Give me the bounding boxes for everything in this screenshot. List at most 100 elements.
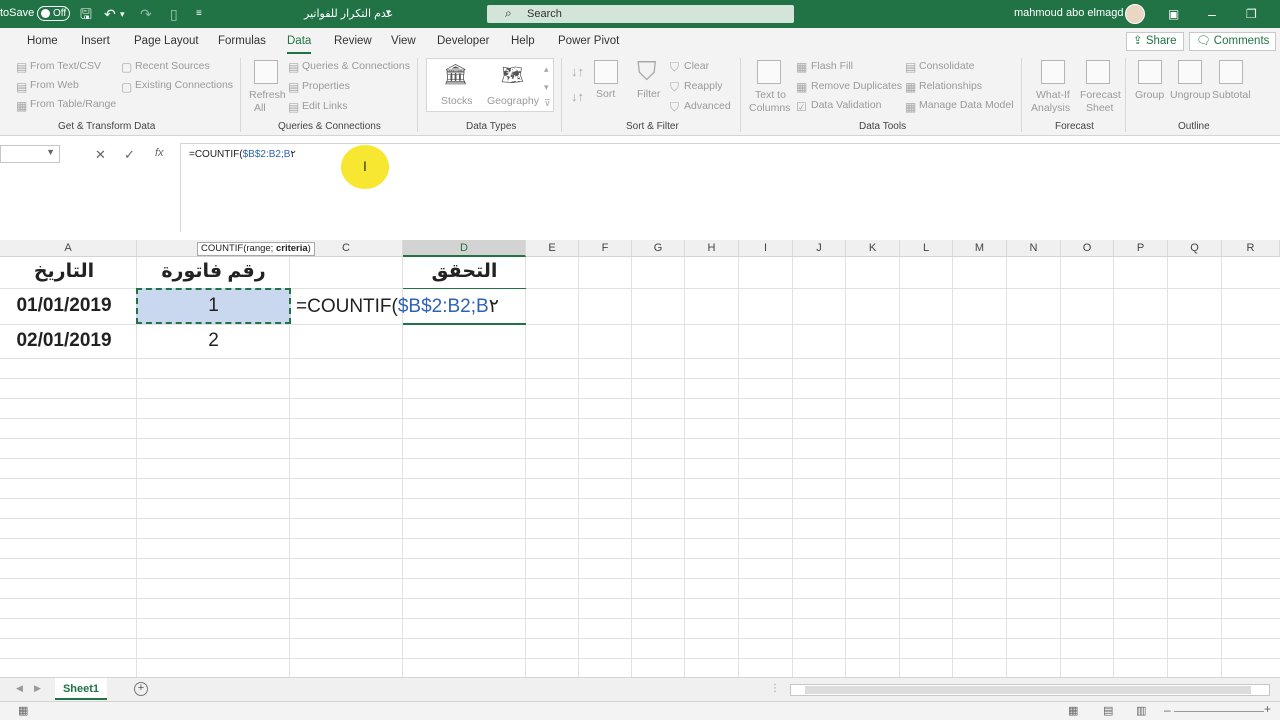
cell-b1[interactable]: رقم فاتورة — [137, 260, 290, 283]
column-header-i[interactable]: I — [739, 240, 793, 257]
cell-a1[interactable]: التاريخ — [0, 260, 128, 283]
column-header-l[interactable]: L — [900, 240, 953, 257]
column-header-q[interactable]: Q — [1168, 240, 1222, 257]
tab-review[interactable]: Review — [334, 35, 372, 47]
title-dropdown-icon[interactable]: ▾ — [386, 7, 391, 18]
column-header-r[interactable]: R — [1222, 240, 1280, 257]
zoom-in-icon[interactable]: + — [1264, 702, 1271, 716]
column-header-e[interactable]: E — [526, 240, 579, 257]
forecast-sheet-button[interactable]: Forecast — [1080, 89, 1121, 101]
search-box[interactable]: ⌕ Search — [487, 5, 794, 23]
undo-dropdown-icon[interactable]: ▾ — [120, 5, 125, 23]
horizontal-scrollbar[interactable] — [790, 684, 1270, 696]
filter-button[interactable]: Filter — [637, 88, 660, 100]
page-break-view-icon[interactable]: ▥ — [1136, 704, 1146, 717]
column-header-a[interactable]: A — [0, 240, 137, 257]
cell-b2[interactable]: 1 — [137, 295, 290, 317]
properties-button[interactable]: Properties — [302, 80, 350, 92]
text-to-columns-button[interactable]: Text to — [755, 89, 786, 101]
add-sheet-icon[interactable]: + — [134, 682, 148, 696]
column-header-p[interactable]: P — [1114, 240, 1168, 257]
column-header-f[interactable]: F — [579, 240, 632, 257]
data-validation-button[interactable]: Data Validation — [811, 99, 881, 111]
cell-b3[interactable]: 2 — [137, 330, 290, 352]
tab-formulas[interactable]: Formulas — [218, 35, 266, 47]
column-header-d[interactable]: D — [403, 240, 526, 257]
column-header-j[interactable]: J — [793, 240, 846, 257]
comments-button[interactable]: 🗨 Comments — [1189, 32, 1277, 51]
geography-button[interactable]: Geography — [487, 95, 539, 107]
queries-connections-button[interactable]: Queries & Connections — [302, 60, 410, 72]
sheet-prev-icon[interactable]: ◀ — [16, 683, 23, 694]
refresh-all-button[interactable]: Refresh — [249, 89, 286, 101]
zoom-out-icon[interactable]: – — [1164, 703, 1171, 717]
group-button[interactable]: Group — [1135, 89, 1164, 101]
save-icon[interactable]: 🖫 — [80, 5, 92, 23]
enter-icon[interactable]: ✓ — [124, 147, 135, 163]
sort-az-icon[interactable]: ↓↑ — [571, 65, 584, 78]
recent-sources-button[interactable]: Recent Sources — [135, 60, 210, 72]
sort-button[interactable]: Sort — [596, 88, 615, 100]
redo-icon[interactable]: ↷ — [140, 5, 152, 23]
cell-d2-editing[interactable]: =COUNTIF($B$2:B2;B٢ — [296, 295, 499, 318]
cell-a3[interactable]: 02/01/2019 — [0, 330, 128, 352]
name-box-dropdown-icon[interactable]: ▼ — [46, 147, 55, 157]
tab-home[interactable]: Home — [27, 35, 58, 47]
minimize-icon[interactable]: – — [1208, 5, 1216, 23]
flash-fill-button[interactable]: Flash Fill — [811, 60, 853, 72]
edit-links-button[interactable]: Edit Links — [302, 100, 348, 112]
worksheet-grid[interactable]: التاريخ رقم فاتورة التحقق 01/01/2019 1 =… — [0, 257, 1280, 677]
gallery-more-icon[interactable]: ⊽ — [544, 97, 551, 109]
normal-view-icon[interactable]: ▦ — [1068, 704, 1078, 717]
tab-data[interactable]: Data — [287, 35, 312, 54]
tab-help[interactable]: Help — [511, 35, 535, 47]
avatar[interactable] — [1125, 4, 1145, 24]
zoom-slider[interactable] — [1174, 711, 1264, 712]
tab-insert[interactable]: Insert — [81, 35, 110, 47]
from-table-range-button[interactable]: From Table/Range — [30, 98, 116, 110]
new-file-icon[interactable]: ▯ — [170, 5, 178, 23]
formula-text[interactable]: =COUNTIF($B$2:B2;B٢ — [189, 149, 296, 160]
tab-developer[interactable]: Developer — [437, 35, 489, 47]
tab-page-layout[interactable]: Page Layout — [134, 35, 199, 47]
data-types-gallery[interactable]: 🏛 Stocks 🗺 Geography ▴ ▾ ⊽ — [426, 58, 554, 112]
existing-connections-button[interactable]: Existing Connections — [135, 79, 233, 91]
from-web-button[interactable]: From Web — [30, 79, 79, 91]
sheet-next-icon[interactable]: ▶ — [34, 683, 41, 694]
customize-toolbar-icon[interactable]: ≡ — [196, 5, 202, 23]
cell-d1[interactable]: التحقق — [403, 260, 526, 283]
column-header-h[interactable]: H — [685, 240, 739, 257]
relationships-button[interactable]: Relationships — [919, 80, 982, 92]
function-tooltip[interactable]: COUNTIF(range; criteria) — [197, 242, 315, 256]
gallery-up-icon[interactable]: ▴ — [544, 63, 549, 75]
column-header-k[interactable]: K — [846, 240, 900, 257]
ribbon-display-icon[interactable]: ▣ — [1168, 5, 1179, 23]
subtotal-button[interactable]: Subtotal — [1212, 89, 1251, 101]
page-layout-view-icon[interactable]: ▤ — [1103, 704, 1113, 717]
what-if-analysis-button[interactable]: What-If — [1036, 89, 1070, 101]
clear-button[interactable]: Clear — [684, 60, 709, 72]
sheet-tab-sheet1[interactable]: Sheet1 — [55, 678, 107, 700]
manage-data-model-button[interactable]: Manage Data Model — [919, 99, 1014, 111]
share-button[interactable]: ⇪ Share — [1126, 32, 1184, 51]
undo-icon[interactable]: ↶ — [104, 5, 116, 23]
scrollbar-thumb[interactable] — [805, 686, 1251, 694]
tab-view[interactable]: View — [391, 35, 416, 47]
advanced-button[interactable]: Advanced — [684, 100, 731, 112]
ungroup-button[interactable]: Ungroup — [1170, 89, 1210, 101]
column-header-o[interactable]: O — [1061, 240, 1114, 257]
cell-a2[interactable]: 01/01/2019 — [0, 295, 128, 317]
insert-function-icon[interactable]: fx — [155, 147, 164, 159]
stocks-button[interactable]: Stocks — [441, 95, 473, 107]
remove-duplicates-button[interactable]: Remove Duplicates — [811, 80, 902, 92]
sort-za-icon[interactable]: ↓↑ — [571, 90, 584, 103]
macro-record-icon[interactable]: ▦ — [18, 704, 28, 717]
name-box[interactable]: ▼ — [0, 145, 60, 163]
from-text-csv-button[interactable]: From Text/CSV — [30, 60, 101, 72]
tab-power-pivot[interactable]: Power Pivot — [558, 35, 619, 47]
gallery-down-icon[interactable]: ▾ — [544, 81, 549, 93]
column-header-g[interactable]: G — [632, 240, 685, 257]
consolidate-button[interactable]: Consolidate — [919, 60, 974, 72]
autosave-toggle[interactable]: Off — [37, 6, 70, 21]
column-header-m[interactable]: M — [953, 240, 1007, 257]
